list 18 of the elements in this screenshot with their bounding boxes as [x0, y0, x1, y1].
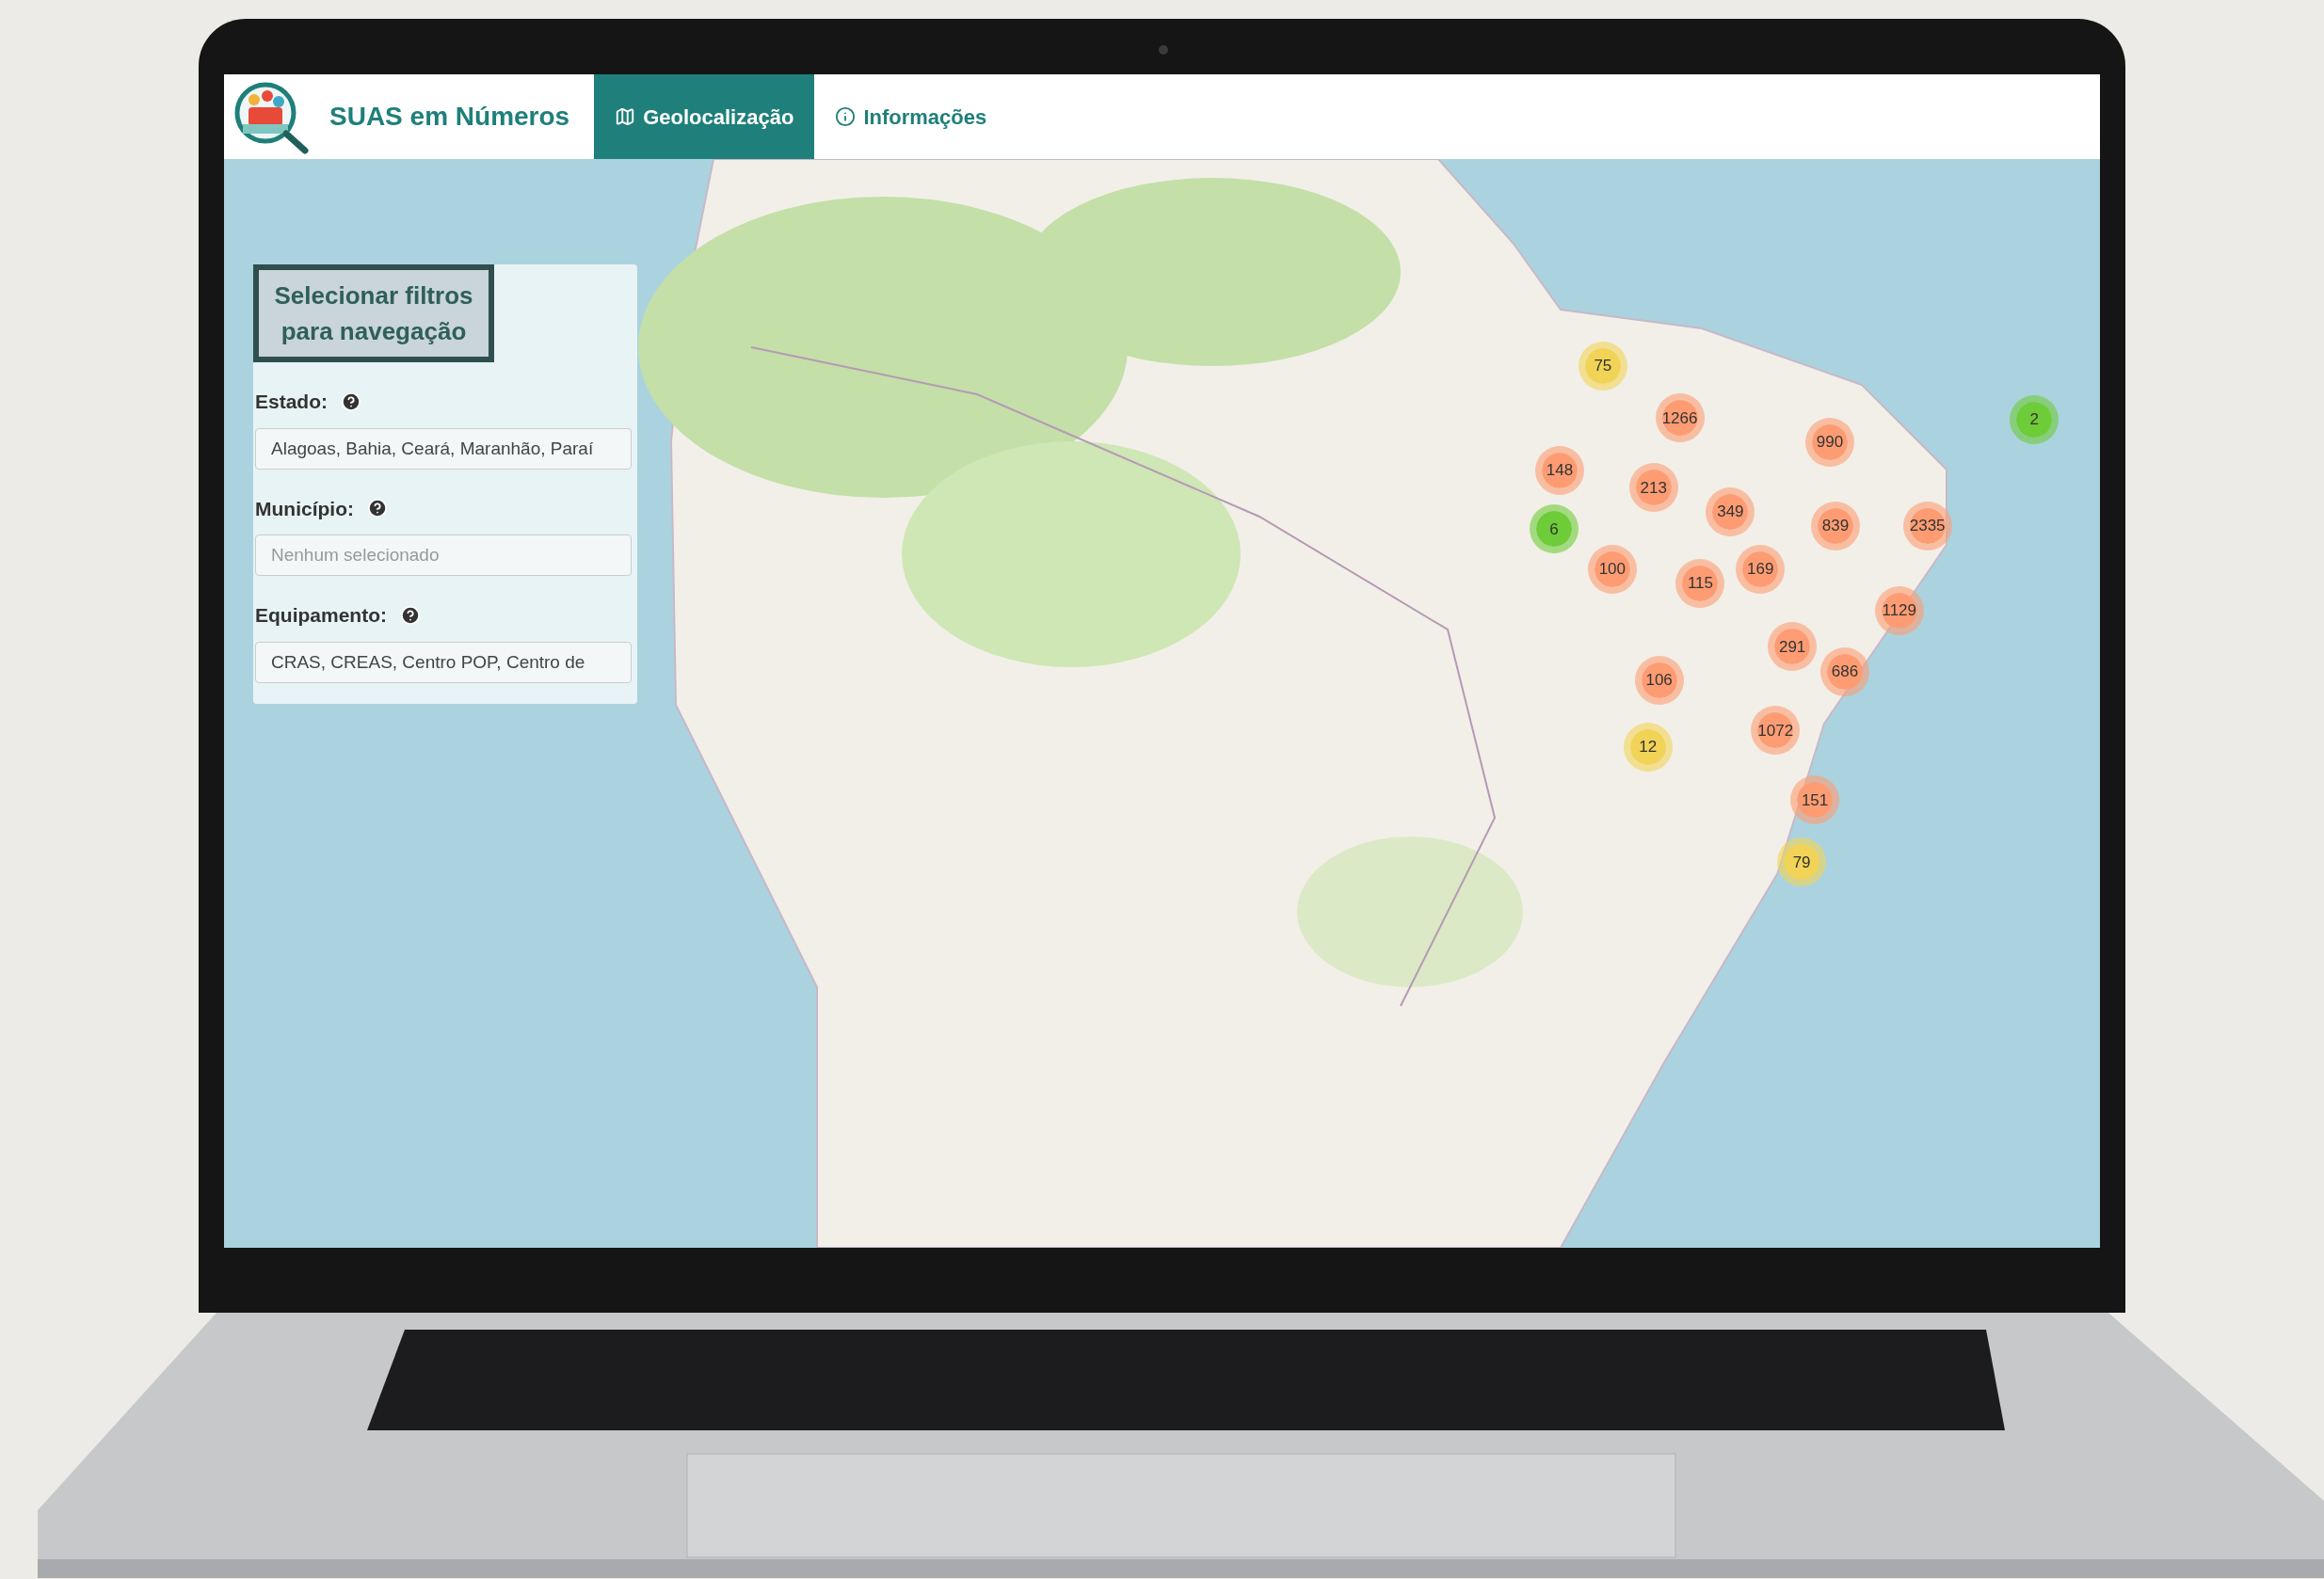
help-icon[interactable]: [341, 391, 361, 412]
app-title: SUAS em Números: [329, 101, 570, 133]
filter-field[interactable]: CRAS, CREAS, Centro POP, Centro de: [255, 641, 632, 683]
field-label: Município:: [255, 496, 354, 521]
field-label: Estado:: [255, 390, 328, 414]
help-icon[interactable]: [367, 498, 388, 519]
cluster-marker[interactable]: 2: [2010, 394, 2060, 444]
help-icon[interactable]: [400, 604, 421, 626]
info-icon: [835, 106, 857, 127]
filter-field[interactable]: Nenhum selecionado: [255, 534, 632, 576]
filter-field[interactable]: Alagoas, Bahia, Ceará, Maranhão, Paraí: [255, 427, 632, 470]
cluster-marker[interactable]: 79: [1777, 837, 1827, 887]
nav-tab[interactable]: Geolocalização: [594, 74, 815, 159]
cluster-marker[interactable]: 151: [1790, 775, 1840, 825]
field-label: Equipamento:: [255, 603, 387, 628]
filter-panel-title: Selecionar filtros para navegação: [253, 264, 494, 362]
map-icon: [615, 106, 636, 127]
camera-icon: [1159, 45, 1168, 55]
